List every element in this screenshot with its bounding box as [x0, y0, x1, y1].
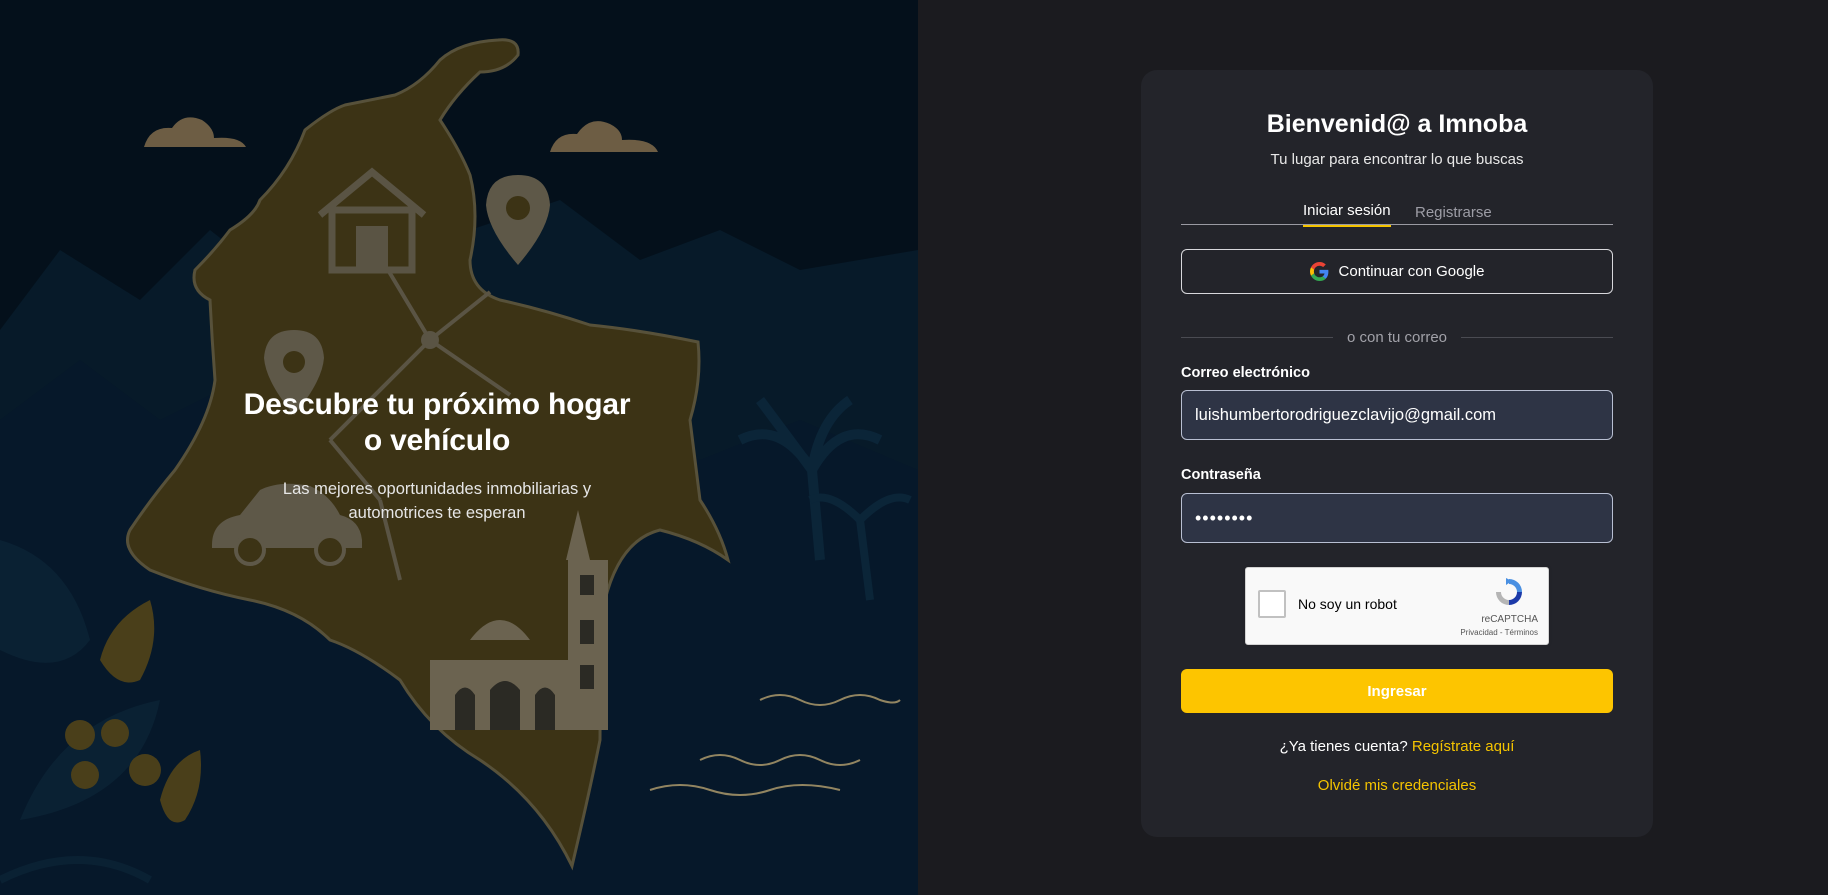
register-link[interactable]: Regístrate aquí — [1412, 738, 1515, 755]
account-text: ¿Ya tienes cuenta? — [1279, 738, 1408, 755]
account-prompt: ¿Ya tienes cuenta? Regístrate aquí — [1141, 738, 1653, 755]
tab-register[interactable]: Registrarse — [1415, 204, 1492, 221]
recaptcha-icon — [1496, 578, 1522, 605]
hero-panel: Descubre tu próximo hogar o vehículo Las… — [0, 0, 918, 895]
login-submit-button[interactable]: Ingresar — [1181, 669, 1613, 713]
auth-panel: Bienvenid@ a Imnoba Tu lugar para encont… — [918, 0, 1828, 895]
forgot-credentials-link[interactable]: Olvidé mis credenciales — [1141, 777, 1653, 794]
google-icon — [1309, 262, 1328, 281]
hero-title: Descubre tu próximo hogar o vehículo — [200, 387, 674, 459]
hero-title-line2: o vehículo — [363, 424, 511, 457]
tab-login[interactable]: Iniciar sesión — [1303, 202, 1391, 227]
recaptcha-brand: reCAPTCHA — [1481, 614, 1538, 625]
hero-subtitle: Las mejores oportunidades inmobiliarias … — [200, 477, 674, 525]
login-card: Bienvenid@ a Imnoba Tu lugar para encont… — [1141, 70, 1653, 837]
recaptcha-widget: No soy un robot reCAPTCHA Privacidad - T… — [1245, 567, 1549, 645]
email-label: Correo electrónico — [1181, 365, 1310, 381]
password-field[interactable]: •••••••• — [1181, 493, 1613, 543]
hero-text: Descubre tu próximo hogar o vehículo Las… — [200, 387, 674, 525]
hero-subtitle-line1: Las mejores oportunidades inmobiliarias … — [282, 480, 592, 498]
google-button-label: Continuar con Google — [1338, 263, 1485, 280]
email-field[interactable]: luishumbertorodriguezclavijo@gmail.com — [1181, 390, 1613, 440]
hero-subtitle-line2: automotrices te esperan — [348, 504, 526, 522]
password-label: Contraseña — [1181, 467, 1261, 483]
recaptcha-checkbox[interactable] — [1258, 590, 1286, 618]
recaptcha-links[interactable]: Privacidad - Términos — [1460, 628, 1538, 637]
card-title: Bienvenid@ a Imnoba — [1266, 110, 1528, 138]
card-subtitle: Tu lugar para encontrar lo que buscas — [1270, 151, 1524, 168]
divider-line-left — [1181, 336, 1333, 338]
divider-line-right — [1461, 336, 1613, 338]
email-divider: o con tu correo — [1181, 328, 1613, 346]
divider-text: o con tu correo — [1346, 328, 1448, 346]
hero-title-line1: Descubre tu próximo hogar — [243, 388, 631, 421]
google-signin-button[interactable]: Continuar con Google — [1181, 249, 1613, 294]
login-page: Descubre tu próximo hogar o vehículo Las… — [0, 0, 1828, 895]
auth-tabs: Iniciar sesión Registrarse — [1181, 190, 1613, 227]
recaptcha-label: No soy un robot — [1298, 596, 1397, 612]
